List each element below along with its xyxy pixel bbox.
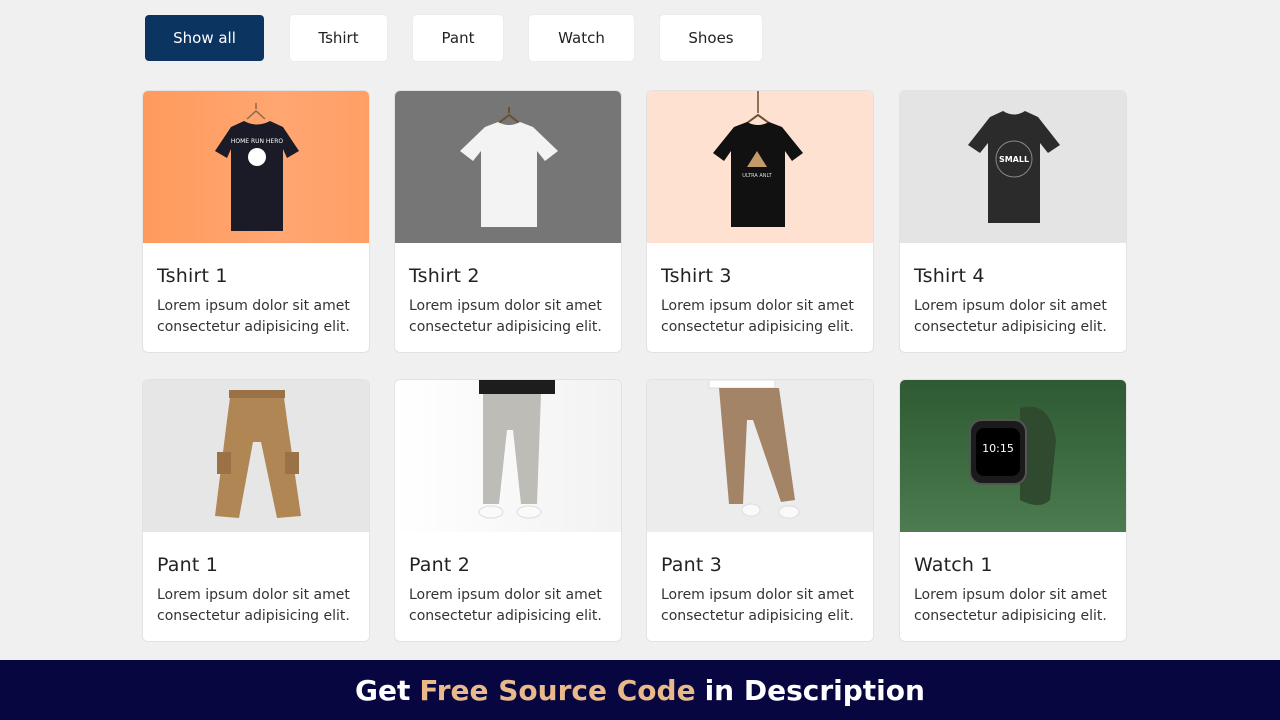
filter-shoes-button[interactable]: Shoes	[660, 15, 762, 61]
product-image	[647, 380, 873, 532]
product-description: Lorem ipsum dolor sit amet consectetur a…	[157, 587, 350, 624]
svg-text:10:15: 10:15	[982, 442, 1014, 455]
product-image	[143, 380, 369, 532]
product-description: Lorem ipsum dolor sit amet consectetur a…	[409, 298, 602, 335]
product-image: SMALL	[900, 91, 1126, 243]
product-description: Lorem ipsum dolor sit amet consectetur a…	[661, 587, 854, 624]
product-card[interactable]: Pant 2 Lorem ipsum dolor sit amet consec…	[394, 379, 622, 642]
banner-suffix: in Description	[704, 673, 925, 707]
product-description: Lorem ipsum dolor sit amet consectetur a…	[157, 298, 350, 335]
banner-accent: Free Source Code	[419, 673, 696, 707]
product-description: Lorem ipsum dolor sit amet consectetur a…	[409, 587, 602, 624]
product-image: HOME RUN HERO	[143, 91, 369, 243]
product-card[interactable]: Pant 1 Lorem ipsum dolor sit amet consec…	[142, 379, 370, 642]
filter-show-all-button[interactable]: Show all	[145, 15, 264, 61]
product-image: ULTRA ANLT	[647, 91, 873, 243]
product-description: Lorem ipsum dolor sit amet consectetur a…	[661, 298, 854, 335]
product-card[interactable]: ULTRA ANLT Tshirt 3 Lorem ipsum dolor si…	[646, 90, 874, 353]
product-title: Pant 2	[409, 554, 471, 576]
product-card[interactable]: 10:15 Watch 1 Lorem ipsum dolor sit amet…	[899, 379, 1127, 642]
product-title: Tshirt 4	[914, 265, 985, 287]
product-title: Tshirt 3	[661, 265, 732, 287]
banner-prefix: Get	[355, 673, 411, 707]
product-card[interactable]: Tshirt 2 Lorem ipsum dolor sit amet cons…	[394, 90, 622, 353]
product-card[interactable]: Pant 3 Lorem ipsum dolor sit amet consec…	[646, 379, 874, 642]
filter-pant-button[interactable]: Pant	[413, 15, 503, 61]
product-title: Pant 3	[661, 554, 723, 576]
product-title: Pant 1	[157, 554, 219, 576]
filter-watch-button[interactable]: Watch	[529, 15, 634, 61]
product-image	[395, 380, 621, 532]
filter-tshirt-button[interactable]: Tshirt	[290, 15, 387, 61]
product-card[interactable]: SMALL Tshirt 4 Lorem ipsum dolor sit ame…	[899, 90, 1127, 353]
product-title: Tshirt 2	[409, 265, 480, 287]
product-grid: HOME RUN HERO Tshirt 1 Lorem ipsum dolor…	[142, 90, 1127, 642]
product-card[interactable]: HOME RUN HERO Tshirt 1 Lorem ipsum dolor…	[142, 90, 370, 353]
product-title: Watch 1	[914, 554, 993, 576]
product-title: Tshirt 1	[157, 265, 228, 287]
svg-text:HOME RUN HERO: HOME RUN HERO	[231, 138, 284, 145]
product-image	[395, 91, 621, 243]
svg-text:SMALL: SMALL	[999, 155, 1029, 164]
product-description: Lorem ipsum dolor sit amet consectetur a…	[914, 298, 1107, 335]
promo-banner: Get Free Source Code in Description	[0, 660, 1280, 720]
svg-text:ULTRA ANLT: ULTRA ANLT	[742, 173, 772, 179]
product-description: Lorem ipsum dolor sit amet consectetur a…	[914, 587, 1107, 624]
product-image: 10:15	[900, 380, 1126, 532]
